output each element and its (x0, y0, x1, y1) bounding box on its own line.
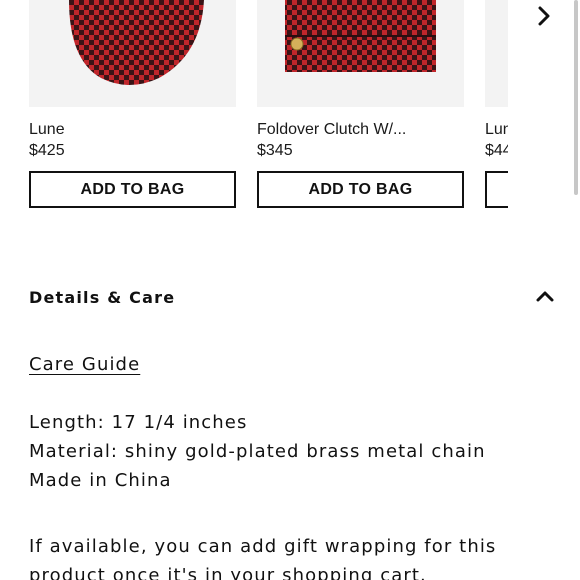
product-price: $44 (485, 142, 508, 159)
red-woven-hobo-bag-image (69, 0, 204, 85)
product-image[interactable] (29, 0, 236, 107)
add-to-bag-button[interactable] (485, 171, 508, 208)
product-name[interactable]: Foldover Clutch W/... (257, 121, 406, 139)
spec-origin: Made in China (29, 470, 172, 491)
care-guide-link[interactable]: Care Guide (29, 354, 140, 375)
product-price: $425 (29, 142, 65, 159)
product-name[interactable]: Lune (29, 121, 65, 139)
product-image[interactable] (485, 0, 508, 107)
product-name[interactable]: Lun (485, 121, 508, 139)
product-image[interactable] (257, 0, 464, 107)
details-care-toggle[interactable]: Details & Care (29, 284, 559, 314)
add-to-bag-button[interactable]: ADD TO BAG (29, 171, 236, 208)
product-card-foldover-clutch[interactable]: Foldover Clutch W/... $345 ADD TO BAG (257, 0, 464, 208)
product-card-partial[interactable]: Lun $44 (485, 0, 508, 220)
product-price: $345 (257, 142, 293, 159)
red-woven-foldover-clutch-image (285, 0, 436, 72)
product-carousel: Lune $425 ADD TO BAG Foldover Clutch W/.… (0, 0, 580, 220)
chevron-right-icon (538, 6, 550, 26)
add-to-bag-button[interactable]: ADD TO BAG (257, 171, 464, 208)
product-card-lune[interactable]: Lune $425 ADD TO BAG (29, 0, 236, 208)
spec-length: Length: 17 1/4 inches (29, 412, 248, 433)
page: Lune $425 ADD TO BAG Foldover Clutch W/.… (0, 0, 580, 580)
spec-material: Material: shiny gold-plated brass metal … (29, 441, 486, 462)
gift-wrap-note: If available, you can add gift wrapping … (29, 536, 497, 580)
details-care-title: Details & Care (29, 288, 176, 307)
chevron-up-icon[interactable] (535, 286, 555, 306)
scrollbar[interactable] (574, 0, 578, 195)
carousel-next-button[interactable] (530, 4, 558, 28)
